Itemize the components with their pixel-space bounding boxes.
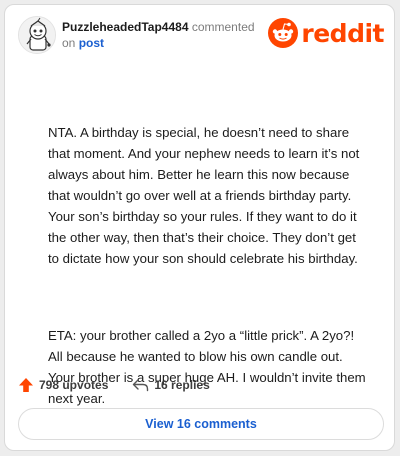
comment-paragraph: NTA. A birthday is special, he doesn’t n…: [48, 125, 363, 266]
view-comments-button[interactable]: View 16 comments: [18, 408, 384, 440]
comment-meta: PuzzleheadedTap4484 commented on post: [62, 19, 255, 51]
comment-body: NTA. A birthday is special, he doesn’t n…: [48, 80, 368, 451]
comment-card: PuzzleheadedTap4484 commented on post re…: [4, 4, 395, 451]
reddit-wordmark: reddit: [301, 18, 384, 48]
snoo-avatar-icon: [19, 17, 55, 53]
upvote-count: 798 upvotes: [39, 378, 109, 392]
action-text: commented: [191, 20, 255, 34]
reply-arrow-icon: [133, 379, 149, 392]
reddit-logo[interactable]: reddit: [268, 18, 384, 48]
upvote-arrow-icon: [19, 378, 33, 392]
preposition: on: [62, 36, 76, 50]
avatar[interactable]: [18, 16, 56, 54]
upvote-button[interactable]: 798 upvotes: [18, 377, 108, 393]
comment-actions: 798 upvotes 16 replies: [18, 375, 210, 395]
reddit-snoo-icon: [268, 18, 299, 48]
reply-button[interactable]: 16 replies: [132, 378, 210, 392]
comment-paragraph: ETA: your brother called a 2yo a “little…: [48, 328, 370, 406]
reply-count: 16 replies: [154, 378, 210, 392]
username[interactable]: PuzzleheadedTap4484: [62, 20, 189, 34]
comment-header: PuzzleheadedTap4484 commented on post re…: [18, 16, 384, 56]
post-link[interactable]: post: [79, 36, 104, 50]
